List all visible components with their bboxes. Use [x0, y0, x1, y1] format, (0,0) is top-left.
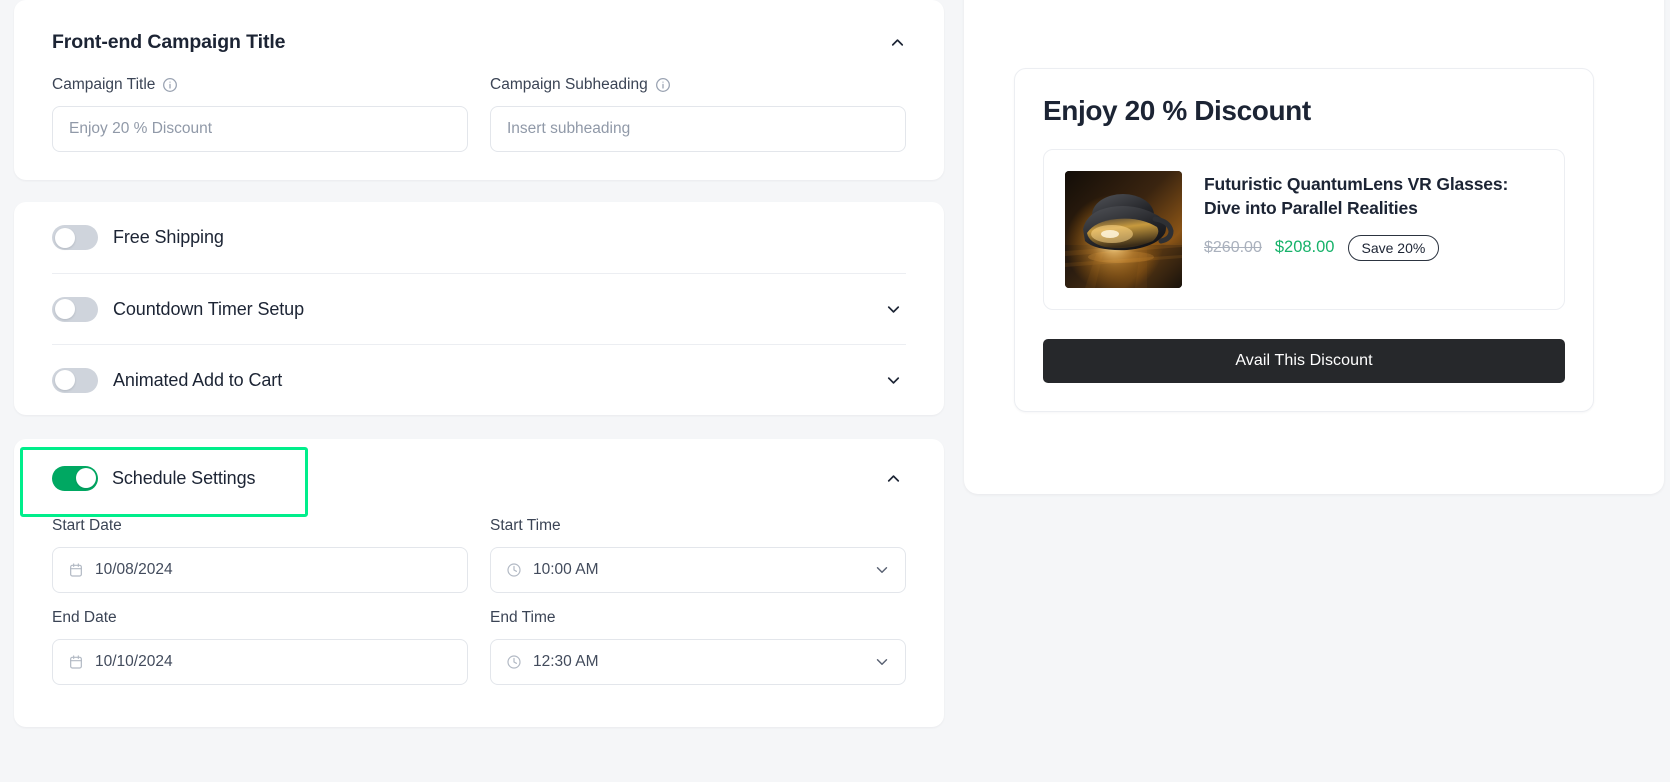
product-name: Futuristic QuantumLens VR Glasses: Dive …	[1204, 174, 1509, 218]
campaign-subheading-label: Campaign Subheading	[490, 76, 648, 93]
chevron-down-icon[interactable]	[880, 367, 906, 393]
end-date-field: End Date 10/10/2024	[52, 609, 468, 685]
preview-column: Enjoy 20 % Discount Futuristic QuantumLe…	[964, 0, 1670, 782]
campaign-title-label: Campaign Title	[52, 76, 156, 93]
calendar-icon	[67, 562, 84, 579]
campaign-features-card: Free Shipping Countdown Timer Setup Anim…	[14, 202, 944, 415]
countdown-timer-label: Countdown Timer Setup	[113, 298, 305, 319]
schedule-row-start: Start Date 10/08/2024 Start Time 10:00 A…	[52, 517, 906, 593]
schedule-row-end: End Date 10/10/2024 End Time 12:30 AM	[52, 609, 906, 685]
chevron-down-icon[interactable]	[880, 296, 906, 322]
chevron-down-icon[interactable]	[873, 561, 891, 579]
toggle-knob	[54, 227, 75, 248]
free-shipping-label: Free Shipping	[113, 227, 224, 247]
clock-icon	[505, 562, 522, 579]
start-time-field: Start Time 10:00 AM	[490, 517, 906, 593]
toggle-knob	[75, 468, 96, 488]
chevron-up-icon[interactable]	[880, 465, 906, 491]
chevron-up-icon[interactable]	[884, 29, 910, 55]
calendar-icon	[67, 654, 84, 671]
campaign-subheading-label-wrap: Campaign Subheading	[490, 76, 906, 94]
schedule-settings-toggle-group[interactable]: Schedule Settings	[52, 450, 256, 507]
schedule-settings-header: Schedule Settings	[52, 439, 906, 517]
front-end-campaign-title-card: Front-end Campaign Title Campaign Title	[14, 0, 944, 180]
avail-discount-button[interactable]: Avail This Discount	[1043, 339, 1565, 383]
campaign-title-fields: Campaign Title Campaign Subheading	[14, 62, 944, 180]
campaign-subheading-field: Campaign Subheading	[490, 76, 906, 152]
schedule-settings-toggle[interactable]	[52, 465, 98, 491]
info-circle-icon[interactable]	[655, 77, 671, 93]
campaign-editor-screen: Front-end Campaign Title Campaign Title	[0, 0, 1670, 782]
product-row: Futuristic QuantumLens VR Glasses: Dive …	[1043, 149, 1565, 310]
start-time-label: Start Time	[490, 517, 561, 534]
campaign-title-input[interactable]	[52, 106, 468, 152]
animated-add-to-cart-left: Animated Add to Cart	[52, 367, 283, 393]
original-price: $260.00	[1204, 238, 1262, 256]
save-badge: Save 20%	[1347, 234, 1440, 261]
end-date-label: End Date	[52, 609, 117, 626]
clock-icon	[505, 654, 522, 671]
start-date-input[interactable]: 10/08/2024	[52, 547, 468, 593]
schedule-settings-card: Schedule Settings Start Date 10/08/2024	[14, 439, 944, 727]
countdown-timer-left: Countdown Timer Setup	[52, 296, 305, 322]
campaign-title-field: Campaign Title	[52, 76, 468, 152]
schedule-fields: Start Date 10/08/2024 Start Time 10:00 A…	[52, 517, 906, 685]
campaign-title-label-wrap: Campaign Title	[52, 76, 468, 94]
animated-add-to-cart-toggle[interactable]	[52, 367, 98, 393]
end-date-value: 10/10/2024	[95, 653, 173, 670]
promo-preview-card: Enjoy 20 % Discount Futuristic QuantumLe…	[1014, 68, 1594, 412]
end-time-field: End Time 12:30 AM	[490, 609, 906, 685]
start-date-value: 10/08/2024	[95, 561, 173, 578]
campaign-title-card-header: Front-end Campaign Title	[14, 0, 944, 62]
end-time-label: End Time	[490, 609, 556, 626]
toggle-knob	[54, 370, 75, 390]
start-date-label: Start Date	[52, 517, 122, 534]
countdown-timer-toggle[interactable]	[52, 296, 98, 322]
discounted-price: $208.00	[1274, 238, 1335, 257]
end-date-input[interactable]: 10/10/2024	[52, 639, 468, 685]
animated-add-to-cart-label: Animated Add to Cart	[113, 369, 283, 390]
product-info: Futuristic QuantumLens VR Glasses: Dive …	[1204, 171, 1543, 261]
info-circle-icon[interactable]	[162, 77, 178, 93]
editor-column: Front-end Campaign Title Campaign Title	[0, 0, 992, 782]
free-shipping-row[interactable]: Free Shipping	[52, 202, 906, 273]
free-shipping-toggle[interactable]	[52, 225, 98, 250]
vr-glasses-image	[1065, 171, 1182, 288]
price-row: $260.00 $208.00 Save 20%	[1204, 234, 1543, 261]
start-time-select[interactable]: 10:00 AM	[490, 547, 906, 593]
chevron-down-icon[interactable]	[873, 653, 891, 671]
animated-add-to-cart-row[interactable]: Animated Add to Cart	[52, 344, 906, 415]
end-time-select[interactable]: 12:30 AM	[490, 639, 906, 685]
free-shipping-left: Free Shipping	[52, 225, 224, 250]
end-time-value: 12:30 AM	[533, 653, 599, 670]
preview-panel: Enjoy 20 % Discount Futuristic QuantumLe…	[964, 0, 1664, 494]
countdown-timer-row[interactable]: Countdown Timer Setup	[52, 273, 906, 344]
promo-title: Enjoy 20 % Discount	[1043, 95, 1311, 126]
toggle-knob	[54, 299, 75, 319]
start-time-value: 10:00 AM	[533, 561, 599, 578]
start-date-field: Start Date 10/08/2024	[52, 517, 468, 593]
schedule-settings-label: Schedule Settings	[112, 467, 256, 488]
campaign-subheading-input[interactable]	[490, 106, 906, 152]
product-thumbnail	[1065, 171, 1182, 288]
page-title: Front-end Campaign Title	[52, 30, 286, 53]
